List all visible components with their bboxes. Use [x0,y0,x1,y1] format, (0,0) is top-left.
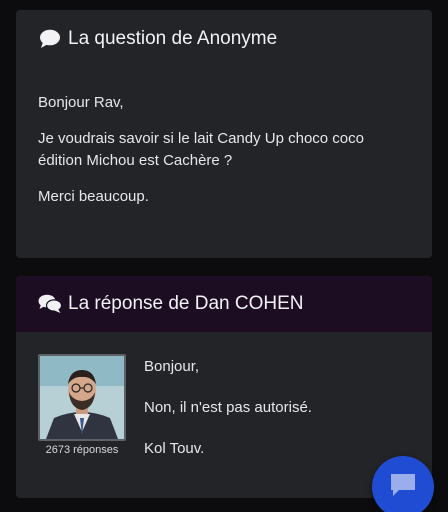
question-paragraph: Merci beaucoup. [38,188,149,205]
chat-icon [389,472,417,503]
answer-paragraph: Bonjour, [144,358,200,375]
question-body: Bonjour Rav, Je voudrais savoir si le la… [16,68,432,208]
answer-card: La réponse de Dan COHEN 2673 réponses Bo… [16,276,432,498]
author-block[interactable]: 2673 réponses [38,354,126,456]
question-title: La question de Anonyme [68,28,278,49]
answer-title: La réponse de Dan COHEN [68,293,304,314]
question-paragraph: Je voudrais savoir si le lait Candy Up c… [38,130,364,169]
author-avatar[interactable] [38,354,126,441]
answer-paragraph: Non, il n'est pas autorisé. [144,399,312,416]
chat-button[interactable] [372,456,434,512]
answer-header: La réponse de Dan COHEN [16,276,432,332]
question-card: La question de Anonyme Bonjour Rav, Je v… [16,10,432,258]
question-paragraph: Bonjour Rav, [38,94,124,111]
answer-body: 2673 réponses Bonjour, Non, il n'est pas… [16,332,432,498]
answer-count: 2673 réponses [45,444,119,456]
answer-paragraph: Kol Touv. [144,440,205,457]
question-header: La question de Anonyme [16,10,432,68]
page: La question de Anonyme Bonjour Rav, Je v… [0,0,448,512]
comments-icon [38,293,62,315]
comment-icon [38,28,62,50]
answer-text: Bonjour, Non, il n'est pas autorisé. Kol… [144,356,312,479]
